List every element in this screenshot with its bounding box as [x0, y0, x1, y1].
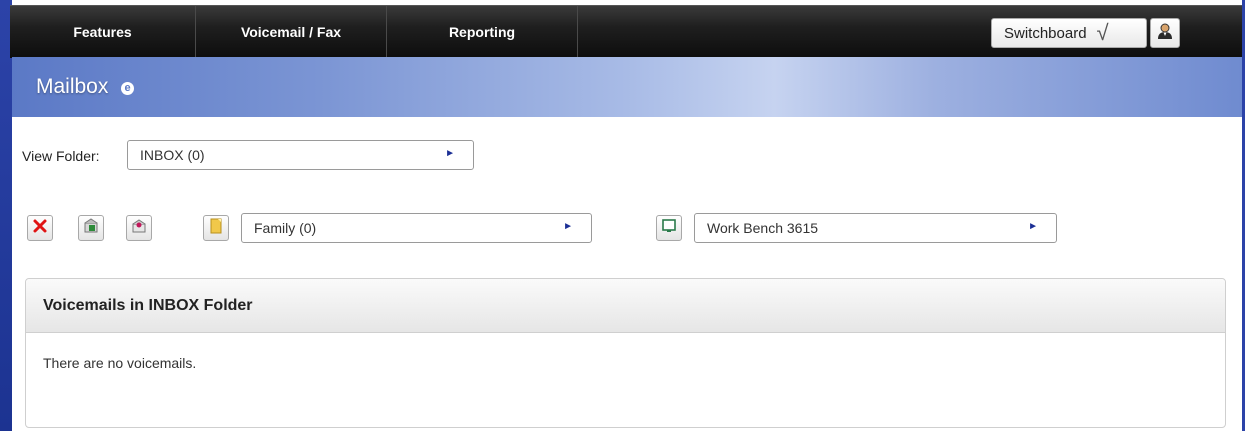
- switchboard-button[interactable]: Switchboard √: [991, 18, 1147, 48]
- play-arrow-icon: ►: [1028, 221, 1038, 232]
- nav-item-voicemail-fax[interactable]: Voicemail / Fax: [196, 6, 386, 58]
- note-button[interactable]: [203, 215, 229, 241]
- nav-item-reporting[interactable]: Reporting: [387, 6, 577, 58]
- panel-title: Voicemails in INBOX Folder: [26, 279, 1225, 333]
- user-icon: [1156, 22, 1174, 45]
- nav-item-features[interactable]: Features: [10, 6, 195, 58]
- page-header-banner: Mailbox e: [12, 57, 1242, 117]
- top-nav-bar: Features Voicemail / Fax Reporting Switc…: [10, 5, 1242, 58]
- empty-state-message: There are no voicemails.: [43, 355, 197, 371]
- monitor-button[interactable]: [656, 215, 682, 241]
- work-bench-select[interactable]: Work Bench 3615 ►: [694, 213, 1057, 243]
- save-voicemail-button[interactable]: [78, 215, 104, 241]
- open-voicemail-icon: [131, 218, 147, 239]
- save-voicemail-icon: [83, 217, 99, 239]
- switchboard-label: Switchboard: [1004, 24, 1087, 42]
- note-icon: [208, 218, 224, 239]
- view-folder-select[interactable]: INBOX (0) ►: [127, 140, 474, 170]
- family-select[interactable]: Family (0) ►: [241, 213, 592, 243]
- delete-icon: [32, 218, 48, 239]
- family-select-value: Family (0): [254, 220, 317, 236]
- page-title: Mailbox: [36, 75, 109, 98]
- delete-button[interactable]: [27, 215, 53, 241]
- view-folder-value: INBOX (0): [140, 147, 205, 163]
- nav-divider: [577, 6, 578, 58]
- work-bench-select-value: Work Bench 3615: [707, 220, 819, 236]
- view-folder-label: View Folder:: [22, 148, 100, 164]
- user-account-button[interactable]: [1150, 18, 1180, 48]
- checkmark-icon: √: [1096, 20, 1109, 45]
- help-icon[interactable]: e: [121, 82, 134, 95]
- monitor-icon: [661, 218, 677, 239]
- window-left-border: [0, 0, 12, 431]
- open-voicemail-button[interactable]: [126, 215, 152, 241]
- play-arrow-icon: ►: [563, 221, 573, 232]
- voicemail-list-panel: Voicemails in INBOX Folder There are no …: [25, 278, 1226, 428]
- play-arrow-icon: ►: [445, 148, 455, 159]
